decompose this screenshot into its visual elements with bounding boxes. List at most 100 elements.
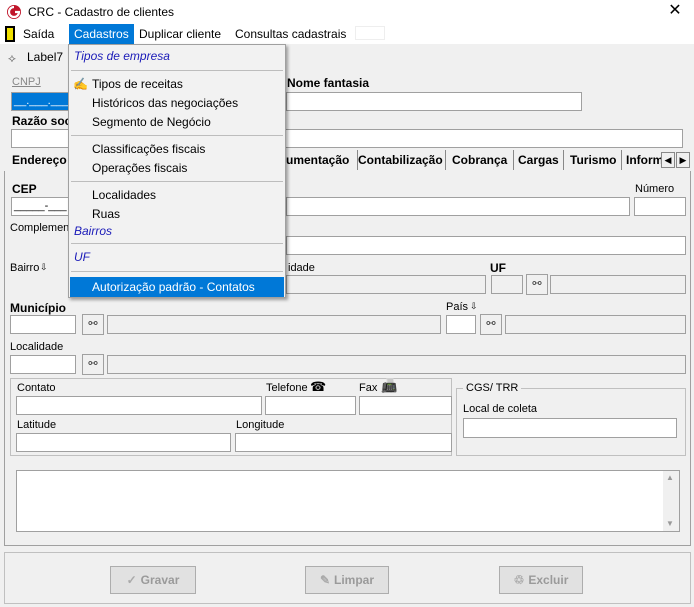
cadastros-dropdown-menu: Tipos de empresa ✍ Tipos de receitas His…: [68, 44, 286, 298]
menu-item-historicos[interactable]: Históricos das negociações: [70, 93, 284, 113]
menu-bar: Saída Cadastros Duplicar cliente Consult…: [0, 24, 694, 44]
limpar-button-label: Limpar: [334, 573, 375, 587]
tab-scroll-right-icon[interactable]: ▶: [676, 152, 690, 168]
menu-duplicar-cliente[interactable]: Duplicar cliente: [134, 24, 226, 44]
app-logo-icon: [7, 5, 21, 19]
cep-input[interactable]: _____-___: [11, 197, 69, 216]
latitude-label: Latitude: [17, 419, 57, 431]
menu-item-tipos-empresa[interactable]: Tipos de empresa: [70, 46, 284, 66]
telefone-label: Telefone: [266, 382, 308, 394]
excluir-button-label: Excluir: [528, 573, 569, 587]
municipio-input[interactable]: [10, 315, 76, 334]
pen-paper-icon: ✍: [73, 77, 88, 91]
scroll-down-icon[interactable]: ▼: [666, 519, 674, 528]
main-window: CRC - Cadastro de clientes ✕ Saída Cadas…: [0, 0, 694, 607]
localidade-label: Localidade: [10, 341, 64, 353]
pais-input[interactable]: [446, 315, 476, 334]
gravar-button-label: Gravar: [140, 573, 180, 587]
telefone-input[interactable]: [265, 396, 356, 415]
local-coleta-label: Local de coleta: [463, 403, 537, 415]
cnpj-label: CNPJ: [12, 76, 41, 88]
latitude-input[interactable]: [16, 433, 231, 452]
title-bar: CRC - Cadastro de clientes ✕: [0, 0, 694, 24]
menu-blank-item[interactable]: [355, 26, 385, 40]
menu-separator: [71, 181, 283, 182]
razao-social-label: Razão soc: [12, 114, 72, 128]
nome-fantasia-label: Nome fantasia: [287, 76, 370, 90]
window-title: CRC - Cadastro de clientes: [28, 5, 175, 19]
numero-input[interactable]: [634, 197, 686, 216]
label7: Label7: [27, 50, 64, 64]
excluir-button[interactable]: ♲ Excluir: [499, 566, 583, 594]
menu-item-tipos-receitas-label: Tipos de receitas: [92, 77, 183, 91]
fax-input[interactable]: [359, 396, 452, 415]
pais-label: País: [446, 301, 469, 313]
limpar-button[interactable]: ✎ Limpar: [305, 566, 389, 594]
municipio-binoculars-icon[interactable]: ⚯: [82, 314, 104, 335]
local-coleta-input[interactable]: [463, 418, 677, 438]
tab-turismo[interactable]: Turismo: [566, 150, 622, 170]
tab-informacoes[interactable]: Inform: [622, 150, 662, 170]
contato-input[interactable]: [16, 396, 262, 415]
localidade-name-input: [107, 355, 686, 374]
menu-item-bairros[interactable]: Bairros: [70, 221, 284, 241]
cgs-trr-group-title: CGS/ TRR: [463, 382, 522, 394]
tab-cargas[interactable]: Cargas: [514, 150, 564, 170]
menu-separator: [71, 70, 283, 71]
menu-consultas-cadastrais[interactable]: Consultas cadastrais: [230, 24, 351, 44]
memo-scrollbar[interactable]: ▲ ▼: [663, 471, 679, 531]
close-icon[interactable]: ✕: [668, 2, 682, 20]
phone-icon: ☎: [310, 379, 327, 394]
gravar-button[interactable]: ✓ Gravar: [110, 566, 196, 594]
menu-saida[interactable]: Saída: [18, 24, 59, 44]
menu-separator: [71, 271, 283, 272]
menu-item-uf[interactable]: UF: [70, 247, 284, 267]
tab-scroll-left-icon[interactable]: ◀: [661, 152, 675, 168]
cidade-input: [286, 275, 486, 294]
label7-icon: ⟡: [8, 51, 16, 65]
nome-fantasia-input[interactable]: [286, 92, 582, 111]
menu-item-operacoes-fiscais[interactable]: Operações fiscais: [70, 158, 284, 178]
longitude-input[interactable]: [235, 433, 452, 452]
broom-icon: ✎: [319, 573, 331, 587]
municipio-name-input: [107, 315, 441, 334]
localidade-binoculars-icon[interactable]: ⚯: [82, 354, 104, 375]
menu-item-autorizacao-contatos[interactable]: Autorização padrão - Contatos: [70, 277, 284, 297]
fax-icon: 📠: [381, 378, 398, 393]
menu-item-localidades[interactable]: Localidades: [70, 185, 284, 205]
check-icon: ✓: [126, 573, 137, 587]
bairro-label: Bairro: [10, 262, 40, 274]
localidade-input[interactable]: [10, 355, 76, 374]
tab-cobranca[interactable]: Cobrança: [448, 150, 514, 170]
bairro-down-arrow-icon: ⇩: [40, 262, 48, 272]
cnpj-input[interactable]: __.___.___/____-__: [11, 92, 71, 111]
uf-input[interactable]: [491, 275, 523, 294]
tab-endereco[interactable]: Endereço: [8, 150, 68, 170]
cep-label: CEP: [12, 182, 37, 196]
pais-binoculars-icon[interactable]: ⚯: [480, 314, 502, 335]
menu-item-tipos-receitas[interactable]: ✍ Tipos de receitas: [70, 74, 284, 94]
menu-item-classificacoes-fiscais[interactable]: Classificações fiscais: [70, 139, 284, 159]
tab-contabilizacao[interactable]: Contabilização: [354, 150, 446, 170]
longitude-label: Longitude: [236, 419, 285, 431]
tab-documentacao[interactable]: umentação: [282, 150, 358, 170]
menu-separator: [71, 135, 283, 136]
complemento-input[interactable]: [286, 236, 686, 255]
menu-cadastros[interactable]: Cadastros: [69, 24, 134, 44]
pais-name-input: [505, 315, 686, 334]
uf-label: UF: [490, 261, 506, 275]
trash-icon: ♲: [513, 573, 525, 587]
menu-item-segmento[interactable]: Segmento de Negócio: [70, 112, 284, 132]
observacoes-memo[interactable]: ▲ ▼: [16, 470, 680, 532]
complemento-label: Complement: [10, 222, 73, 234]
cidade-label: idade: [288, 262, 315, 274]
uf-binoculars-icon[interactable]: ⚯: [526, 274, 548, 295]
uf-name-input: [550, 275, 686, 294]
menu-separator: [71, 243, 283, 244]
exit-door-icon: [5, 26, 15, 42]
logradouro-input[interactable]: [286, 197, 630, 216]
contato-label: Contato: [17, 382, 56, 394]
fax-label: Fax: [359, 382, 378, 394]
scroll-up-icon[interactable]: ▲: [666, 473, 674, 482]
numero-label: Número: [635, 183, 675, 195]
